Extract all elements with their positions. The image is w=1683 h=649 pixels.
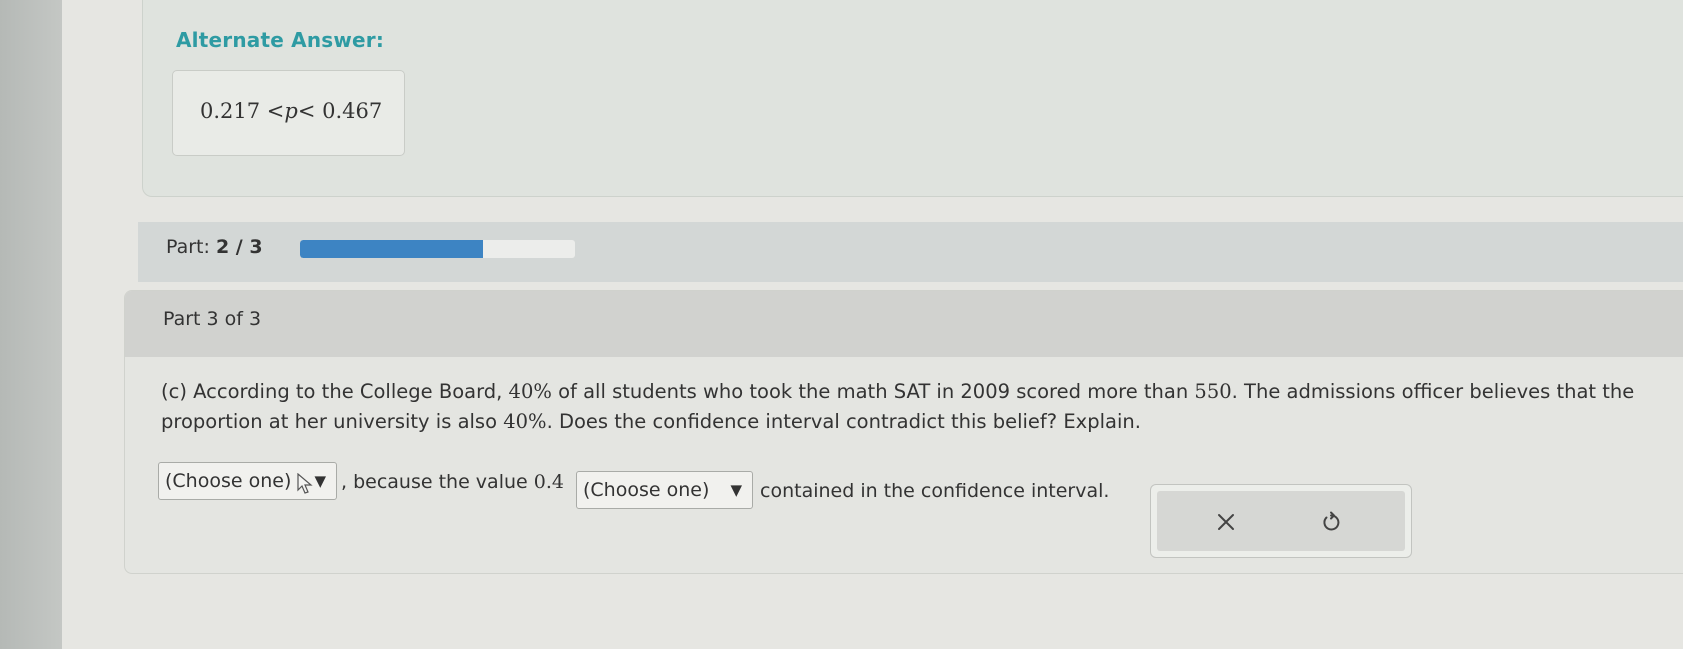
value-0-4: 0.4: [533, 471, 564, 493]
answer-actions: [1150, 484, 1412, 558]
alternate-answer-expression: 0.217 <p< 0.467: [200, 99, 382, 123]
left-edge: [0, 0, 62, 649]
question-text: (c) According to the College Board, 40% …: [161, 377, 1681, 437]
question-text-1: (c) According to the College Board,: [161, 380, 509, 403]
alternate-answer-title: Alternate Answer:: [176, 28, 385, 52]
answer-actions-inner: [1157, 491, 1405, 551]
chevron-down-icon: ▼: [314, 472, 326, 490]
reset-button[interactable]: [1314, 505, 1348, 539]
part-label-value: 2 / 3: [215, 236, 263, 258]
part-label-prefix: Part:: [166, 236, 210, 258]
question-text-2: of all students who took the math SAT in…: [551, 380, 1195, 403]
contained-select-value: (Choose one): [583, 479, 710, 501]
contained-select[interactable]: (Choose one) ▼: [576, 471, 753, 509]
expr-variable: p: [284, 99, 298, 123]
part-progress-label: Part: 2 / 3: [166, 236, 263, 258]
question-panel: Part 3 of 3 (c) According to the College…: [124, 290, 1683, 574]
undo-icon: [1323, 511, 1340, 531]
alternate-answer-box: 0.217 <p< 0.467: [172, 70, 405, 156]
because-text-label: , because the value: [341, 471, 534, 493]
clear-button[interactable]: [1209, 505, 1243, 539]
expr-left: 0.217 <: [200, 99, 285, 123]
question-text-4: . Does the confidence interval contradic…: [546, 410, 1141, 433]
contradict-select-value: (Choose one): [165, 470, 292, 492]
question-pct-1: 40%: [508, 380, 552, 403]
question-pct-2: 40%: [503, 410, 547, 433]
question-num-550: 550: [1194, 380, 1232, 403]
progress-track: [300, 240, 575, 258]
question-header: Part 3 of 3: [125, 291, 1683, 357]
expr-right: < 0.467: [297, 99, 383, 123]
close-icon: [1218, 514, 1234, 530]
question-header-label: Part 3 of 3: [163, 308, 262, 330]
because-text: , because the value 0.4: [341, 471, 564, 493]
chevron-down-icon: ▼: [730, 481, 742, 499]
mouse-cursor-icon: [297, 473, 313, 494]
progress-fill: [300, 240, 484, 258]
contained-text: contained in the confidence interval.: [760, 480, 1110, 502]
